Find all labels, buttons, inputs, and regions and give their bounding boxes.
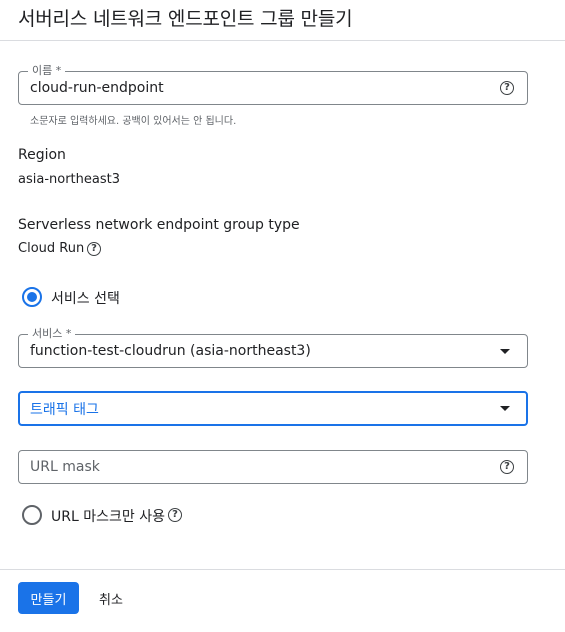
region-label: Region bbox=[18, 147, 66, 163]
footer-divider bbox=[0, 569, 565, 570]
url-mask-only-radio-label: URL 마스크만 사용 bbox=[51, 509, 165, 525]
traffic-tag-placeholder: 트래픽 태그 bbox=[30, 401, 99, 418]
neg-type-value: Cloud Run bbox=[18, 241, 85, 256]
service-select-radio-label: 서비스 선택 bbox=[51, 291, 120, 307]
create-button[interactable]: 만들기 bbox=[18, 582, 79, 614]
cancel-button[interactable]: 취소 bbox=[90, 582, 132, 614]
dropdown-arrow-icon[interactable] bbox=[500, 349, 510, 354]
page-title: 서버리스 네트워크 엔드포인트 그룹 만들기 bbox=[18, 8, 353, 30]
service-select-value: function-test-cloudrun (asia-northeast3) bbox=[30, 343, 311, 359]
help-icon[interactable]: ? bbox=[500, 81, 514, 95]
service-select[interactable]: 서비스 * function-test-cloudrun (asia-north… bbox=[18, 326, 528, 368]
name-field-value[interactable]: cloud-run-endpoint bbox=[30, 72, 164, 104]
header-divider bbox=[0, 40, 565, 41]
region-value: asia-northeast3 bbox=[18, 172, 120, 187]
name-field-hint: 소문자로 입력하세요. 공백이 있어서는 안 됩니다. bbox=[30, 116, 237, 127]
url-mask-field[interactable]: URL mask ? bbox=[18, 450, 528, 484]
name-field[interactable]: 이름 * cloud-run-endpoint ? bbox=[18, 63, 528, 105]
service-select-radio[interactable] bbox=[22, 287, 42, 307]
url-mask-only-radio[interactable] bbox=[22, 505, 42, 525]
help-icon[interactable]: ? bbox=[168, 508, 182, 522]
help-icon[interactable]: ? bbox=[500, 460, 514, 474]
help-icon[interactable]: ? bbox=[87, 242, 101, 256]
traffic-tag-select[interactable]: 트래픽 태그 bbox=[18, 391, 528, 426]
dropdown-arrow-icon[interactable] bbox=[500, 406, 510, 411]
neg-type-label: Serverless network endpoint group type bbox=[18, 217, 300, 233]
url-mask-placeholder: URL mask bbox=[30, 459, 100, 475]
